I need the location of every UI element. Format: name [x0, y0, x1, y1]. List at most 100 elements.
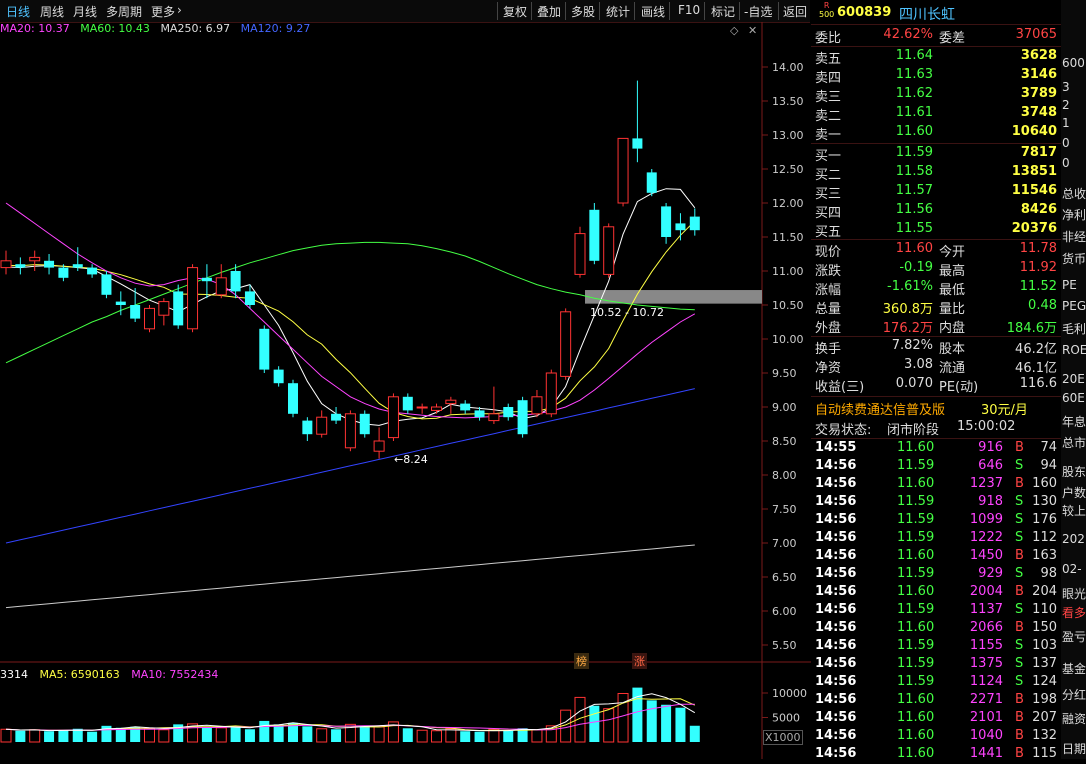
- bid-row[interactable]: 买三 11.57 11546: [811, 183, 1061, 202]
- candle: [273, 369, 284, 384]
- tick-price: 11.59: [897, 656, 935, 671]
- fundamental-value: 3.08: [904, 357, 933, 372]
- fundamental-row[interactable]: 收益(三) 0.070 PE(动) 116.6: [811, 376, 1061, 395]
- promo-text[interactable]: 自动续费通达信普及版: [815, 399, 945, 418]
- price-tick-label: 8.50: [772, 435, 797, 448]
- tick-row[interactable]: 14:56 11.59 918 S 130: [811, 494, 1061, 512]
- quote-stat-row[interactable]: 涨幅 -1.61% 最低 11.52: [811, 279, 1061, 298]
- tick-volume: 1099: [969, 512, 1003, 527]
- tick-side: B: [1015, 710, 1024, 725]
- index-badge: R 500: [819, 1, 834, 19]
- price-tick-label: 8.00: [772, 469, 797, 482]
- ask-volume: 10640: [1011, 124, 1057, 139]
- quote-stat-row[interactable]: 现价 11.60 今开 11.78: [811, 241, 1061, 260]
- candle: [15, 264, 26, 268]
- side-info-item: 0: [1062, 136, 1070, 150]
- tick-row[interactable]: 14:56 11.60 1450 B 163: [811, 548, 1061, 566]
- tick-price: 11.60: [897, 692, 935, 707]
- tick-time: 14:56: [815, 710, 857, 725]
- tick-side: B: [1015, 440, 1024, 455]
- tick-price: 11.59: [897, 674, 935, 689]
- quote-stat-row[interactable]: 总量 360.8万 量比 0.48: [811, 298, 1061, 317]
- tick-volume: 1222: [969, 530, 1003, 545]
- ask-row[interactable]: 卖一 11.60 10640: [811, 124, 1061, 143]
- ask-price: 11.62: [895, 86, 933, 101]
- tick-side: S: [1015, 656, 1024, 671]
- bid-volume: 8426: [1020, 202, 1057, 217]
- close-icon[interactable]: ✕: [748, 24, 757, 37]
- tick-row[interactable]: 14:56 11.59 1375 S 137: [811, 656, 1061, 674]
- tick-row[interactable]: 14:56 11.60 1237 B 160: [811, 476, 1061, 494]
- fundamental-label: PE(动): [939, 380, 979, 395]
- bid-row[interactable]: 买四 11.56 8426: [811, 202, 1061, 221]
- side-info-item: 1: [1062, 116, 1070, 130]
- tick-row[interactable]: 14:56 11.60 2271 B 198: [811, 692, 1061, 710]
- bid-row[interactable]: 买一 11.59 7817: [811, 145, 1061, 164]
- tick-row[interactable]: 14:56 11.60 2066 B 150: [811, 620, 1061, 638]
- candle: [503, 407, 514, 418]
- tick-count: 137: [1032, 656, 1057, 671]
- ask-row[interactable]: 卖二 11.61 3748: [811, 105, 1061, 124]
- tick-side: B: [1015, 692, 1024, 707]
- fundamental-row[interactable]: 净资 3.08 流通 46.1亿: [811, 357, 1061, 376]
- tick-time: 14:56: [815, 476, 857, 491]
- event-tag-list[interactable]: 榜: [574, 653, 589, 669]
- candle: [517, 400, 528, 435]
- ask-price: 11.64: [895, 48, 933, 63]
- side-info-item: 户数: [1062, 486, 1086, 500]
- tick-time: 14:56: [815, 692, 857, 707]
- tick-row[interactable]: 14:55 11.60 916 B 74: [811, 440, 1061, 458]
- tick-row[interactable]: 14:56 11.60 1441 B 115: [811, 746, 1061, 764]
- candle: [288, 383, 298, 414]
- diamond-icon[interactable]: ◇: [730, 24, 738, 37]
- ask-row[interactable]: 卖五 11.64 3628: [811, 48, 1061, 67]
- fundamental-row[interactable]: 换手 7.82% 股本 46.2亿: [811, 338, 1061, 357]
- ask-row[interactable]: 卖四 11.63 3146: [811, 67, 1061, 86]
- kline-chart[interactable]: 14.00 13.50 13.00 12.50 12.00 11.50 11.00 10.50…: [0, 0, 811, 759]
- order-diff-value: 37065: [1015, 27, 1057, 42]
- stat-value: 184.6万: [1006, 321, 1057, 336]
- side-info-item: 0: [1062, 156, 1070, 170]
- tick-row[interactable]: 14:56 11.59 1137 S 110: [811, 602, 1061, 620]
- tick-row[interactable]: 14:56 11.59 1124 S 124: [811, 674, 1061, 692]
- tick-count: 74: [1040, 440, 1057, 455]
- promo-price[interactable]: 30元/月: [981, 399, 1028, 418]
- tick-count: 103: [1032, 638, 1057, 653]
- tick-count: 98: [1040, 566, 1057, 581]
- volume-bar: [259, 720, 270, 742]
- tick-time: 14:56: [815, 728, 857, 743]
- candle: [445, 399, 457, 405]
- tick-row[interactable]: 14:56 11.59 1155 S 103: [811, 638, 1061, 656]
- tick-row[interactable]: 14:56 11.60 2004 B 204: [811, 584, 1061, 602]
- promo-row[interactable]: 自动续费通达信普及版 30元/月: [811, 399, 1061, 418]
- ask-level-label: 卖二: [815, 109, 842, 124]
- quote-stat-row[interactable]: 涨跌 -0.19 最高 11.92: [811, 260, 1061, 279]
- side-info-item: 融资: [1062, 712, 1086, 726]
- tick-row[interactable]: 14:56 11.59 1222 S 112: [811, 530, 1061, 548]
- fundamental-value: 46.2亿: [1015, 342, 1057, 357]
- tick-row[interactable]: 14:56 11.60 2101 B 207: [811, 710, 1061, 728]
- tick-row[interactable]: 14:56 11.59 929 S 98: [811, 566, 1061, 584]
- bid-row[interactable]: 买二 11.58 13851: [811, 164, 1061, 183]
- ask-row[interactable]: 卖三 11.62 3789: [811, 86, 1061, 105]
- bid-row[interactable]: 买五 11.55 20376: [811, 221, 1061, 240]
- order-ratio-value: 42.62%: [883, 27, 933, 42]
- candle: [230, 271, 241, 292]
- tick-row[interactable]: 14:56 11.60 1040 B 132: [811, 728, 1061, 746]
- tick-count: 198: [1032, 692, 1057, 707]
- bid-volume: 7817: [1020, 145, 1057, 160]
- volume-bar: [675, 707, 686, 742]
- volume-bar: [29, 729, 41, 743]
- fundamental-label: 净资: [815, 361, 842, 376]
- quote-panel: R 500 600839 四川长虹 委比 42.62% 委差 37065 卖五 1…: [811, 0, 1061, 761]
- tick-count: 207: [1032, 710, 1057, 725]
- ask-volume: 3748: [1020, 105, 1057, 120]
- price-tick-label: 9.50: [772, 367, 797, 380]
- quote-stat-row[interactable]: 外盘 176.2万 内盘 184.6万: [811, 317, 1061, 336]
- tick-volume: 1375: [969, 656, 1003, 671]
- tick-row[interactable]: 14:56 11.59 1099 S 176: [811, 512, 1061, 530]
- tick-row[interactable]: 14:56 11.59 646 S 94: [811, 458, 1061, 476]
- event-tag-limit[interactable]: 涨: [632, 653, 647, 669]
- candle: [29, 256, 41, 262]
- ma250-label: MA250: 6.97: [160, 22, 231, 35]
